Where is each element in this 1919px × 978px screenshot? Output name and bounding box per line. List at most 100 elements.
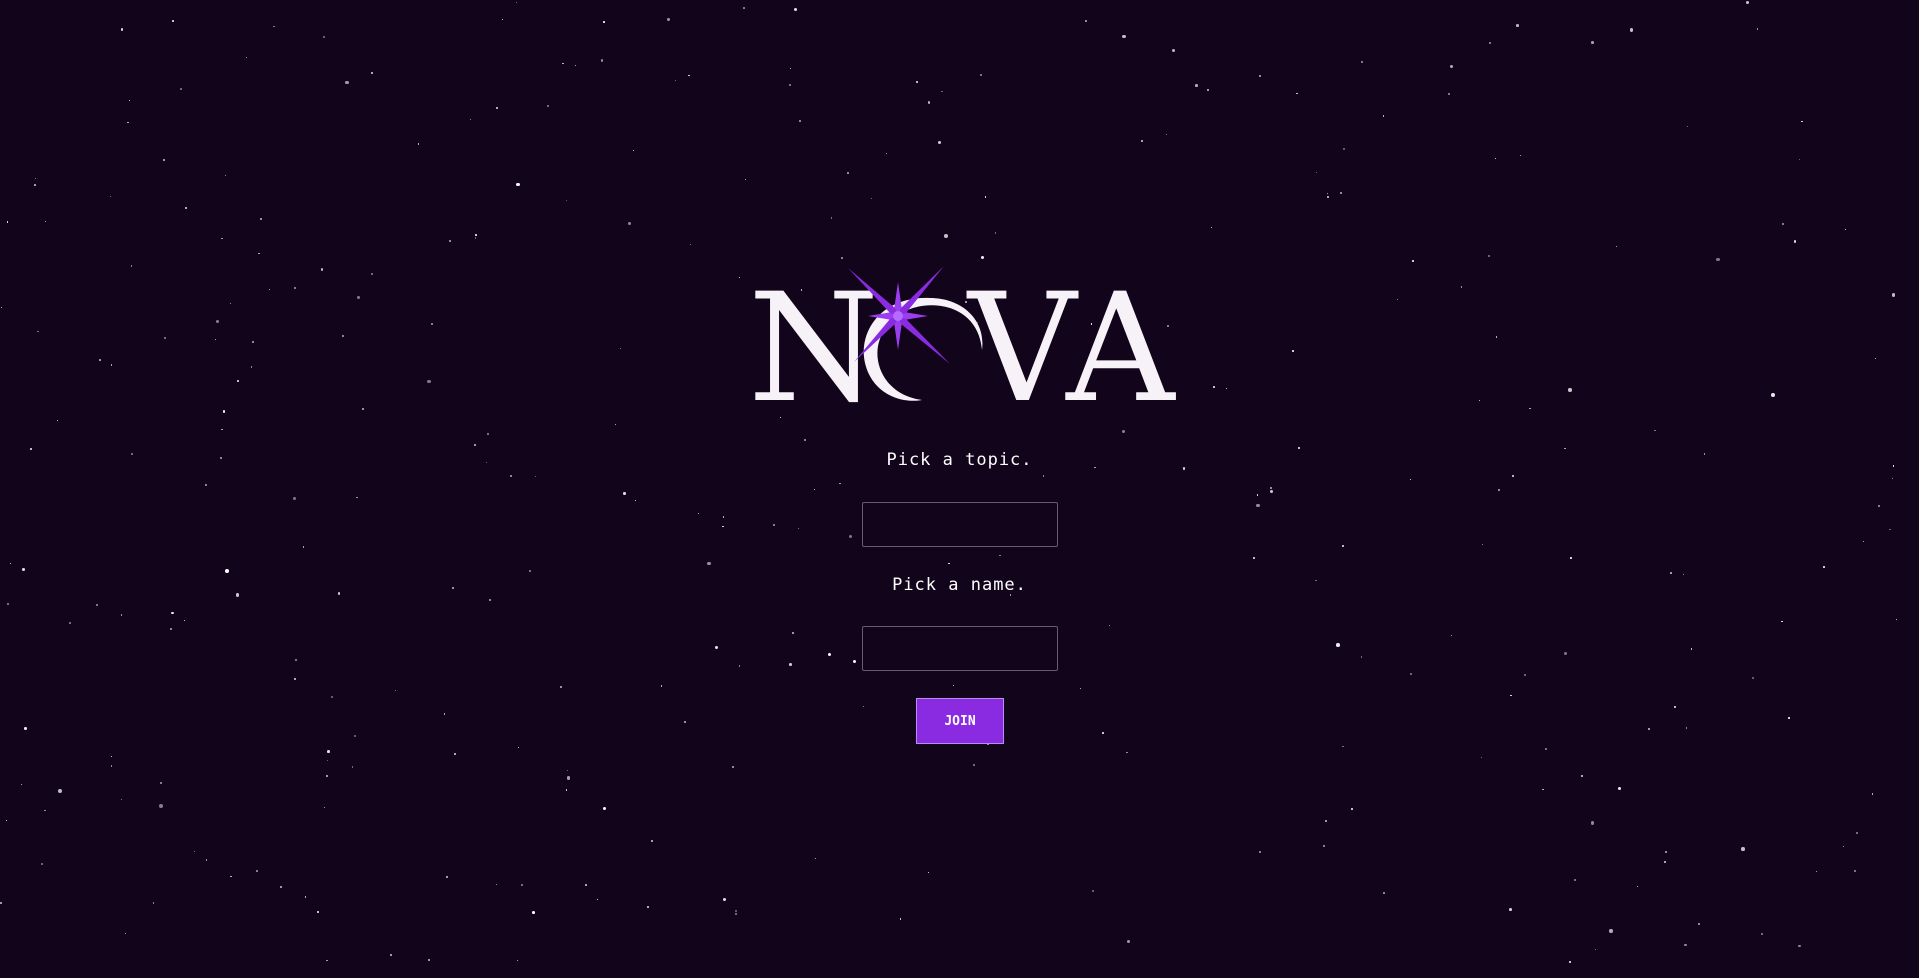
star-dot — [1845, 229, 1847, 231]
star-dot — [603, 21, 605, 23]
star-dot — [1495, 335, 1498, 338]
star-dot — [327, 750, 330, 753]
star-dot — [510, 475, 512, 477]
star-dot — [127, 121, 129, 124]
star-dot — [1450, 634, 1453, 637]
star-dot — [1895, 618, 1898, 621]
star-dot — [723, 898, 727, 902]
star-dot — [7, 603, 9, 606]
star-dot — [1892, 478, 1894, 480]
star-dot — [1482, 544, 1484, 546]
star-dot — [1647, 727, 1650, 731]
star-dot — [431, 323, 433, 325]
star-dot — [128, 99, 131, 102]
name-prompt: Pick a name. — [892, 575, 1027, 595]
star-dot — [1595, 949, 1597, 951]
star-dot — [1460, 286, 1463, 288]
star-dot — [1563, 651, 1567, 655]
star-dot — [1126, 939, 1131, 944]
star-dot — [323, 806, 325, 808]
star-dot — [37, 331, 39, 333]
star-dot — [566, 769, 569, 772]
star-dot — [532, 911, 536, 915]
star-dot — [110, 765, 112, 767]
star-dot — [1528, 407, 1531, 410]
nova-logo-graphic: N VA — [748, 262, 1176, 408]
star-dot — [804, 439, 806, 442]
star-dot — [1383, 892, 1386, 894]
star-dot — [501, 18, 504, 21]
star-dot — [252, 340, 255, 343]
star-dot — [1091, 889, 1094, 892]
star-dot — [427, 379, 431, 384]
star-dot — [899, 918, 902, 920]
star-dot — [773, 523, 776, 526]
star-dot — [565, 200, 568, 202]
name-input[interactable] — [862, 626, 1058, 671]
star-dot — [1322, 844, 1326, 847]
star-dot — [1618, 787, 1622, 790]
star-dot — [258, 252, 260, 255]
star-dot — [356, 496, 358, 498]
star-dot — [1, 306, 3, 308]
join-button[interactable]: JOIN — [916, 698, 1004, 744]
star-dot — [1342, 545, 1344, 547]
star-dot — [427, 959, 430, 962]
star-dot — [1079, 687, 1081, 689]
star-dot — [632, 149, 635, 152]
star-dot — [268, 289, 270, 291]
star-dot — [125, 933, 127, 935]
star-dot — [584, 884, 587, 886]
star-dot — [707, 561, 711, 566]
topic-input[interactable] — [862, 502, 1058, 547]
star-dot — [1259, 851, 1261, 853]
star-dot — [214, 338, 217, 341]
star-dot — [870, 197, 872, 200]
star-dot — [1853, 870, 1856, 873]
star-dot — [1498, 489, 1501, 492]
star-dot — [1862, 540, 1864, 542]
star-dot — [1569, 557, 1572, 559]
star-dot — [1798, 158, 1801, 160]
star-dot — [1654, 429, 1656, 432]
star-dot — [345, 81, 349, 85]
star-dot — [193, 851, 196, 853]
star-dot — [44, 220, 46, 222]
star-dot — [940, 90, 943, 93]
star-dot — [1856, 832, 1858, 834]
star-dot — [69, 622, 72, 625]
star-dot — [565, 788, 568, 791]
star-dot — [952, 684, 955, 686]
star-dot — [1761, 932, 1764, 935]
star-dot — [1122, 35, 1126, 39]
star-dot — [1140, 139, 1143, 142]
star-dot — [453, 753, 456, 755]
star-dot — [229, 302, 232, 305]
star-dot — [516, 959, 518, 961]
star-dot — [1350, 807, 1353, 810]
star-dot — [813, 488, 815, 490]
star-dot — [646, 906, 649, 908]
star-dot — [111, 755, 113, 758]
star-dot — [152, 902, 154, 904]
star-dot — [1509, 907, 1512, 911]
star-dot — [1489, 42, 1492, 45]
star-dot — [362, 408, 365, 411]
star-dot — [999, 554, 1001, 556]
star-dot — [130, 265, 133, 268]
star-dot — [559, 686, 562, 689]
star-dot — [294, 286, 297, 289]
star-dot — [853, 660, 857, 663]
star-dot — [1664, 851, 1667, 854]
star-dot — [1343, 147, 1346, 150]
star-dot — [1781, 222, 1784, 225]
star-dot — [180, 88, 182, 90]
star-dot — [1581, 775, 1584, 778]
star-dot — [1511, 475, 1514, 478]
star-dot — [474, 234, 477, 236]
star-dot — [794, 8, 798, 12]
star-dot — [684, 720, 687, 723]
star-dot — [1716, 257, 1721, 262]
star-dot — [722, 516, 725, 518]
star-dot — [635, 500, 637, 502]
